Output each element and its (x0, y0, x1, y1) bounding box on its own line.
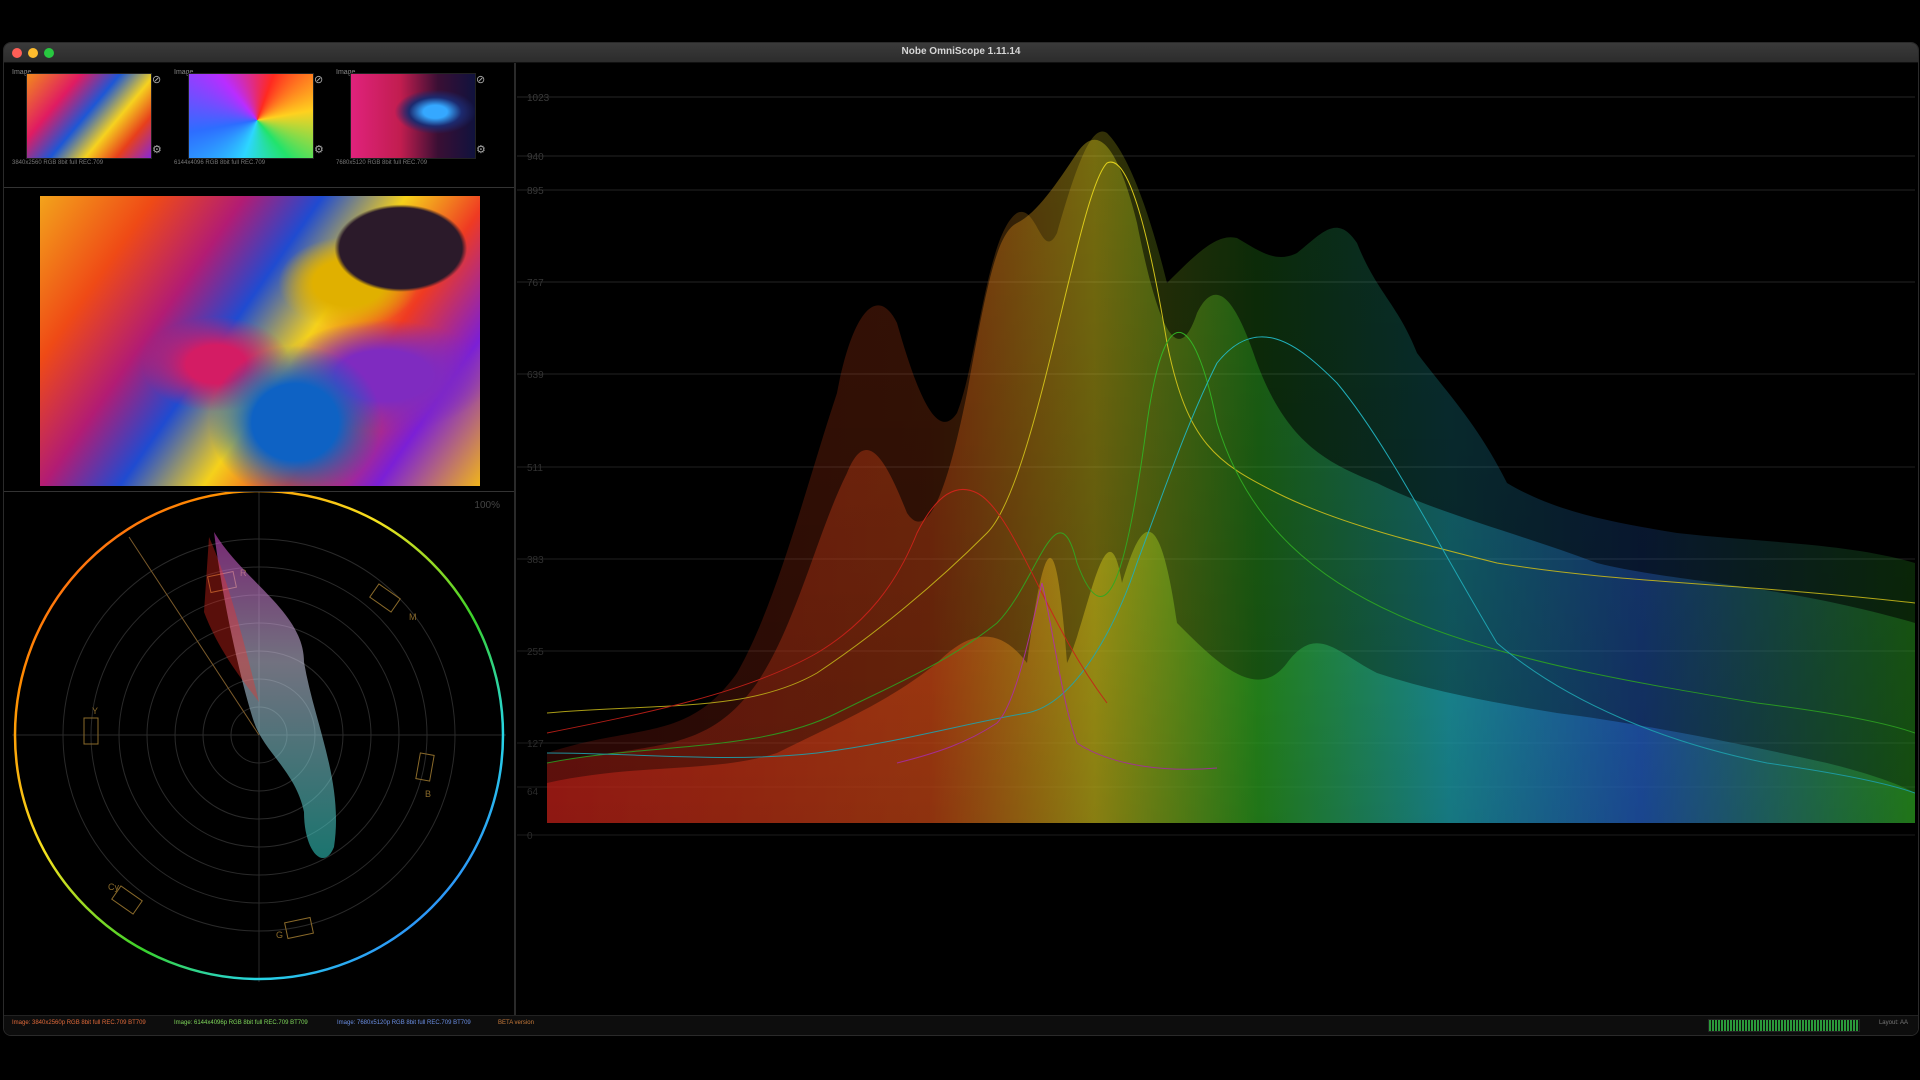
thumbnail-caption: 3840x2560 RGB 8bit full REC.709 (12, 160, 104, 166)
camera-off-icon[interactable]: ⊘ (314, 75, 323, 86)
waveform-shade (517, 63, 1915, 1015)
thumbnail-strip: Image ⊘ ⚙ 3840x2560 RGB 8bit full REC.70… (4, 63, 514, 188)
status-image-1: Image: 3840x2560p RGB 8bit full REC.709 … (12, 1020, 146, 1026)
gear-icon[interactable]: ⚙ (152, 145, 162, 156)
app-window: Nobe OmniScope 1.11.14 Image ⊘ ⚙ 3840x25… (3, 42, 1919, 1036)
vectorscope-target-label: Y (92, 706, 98, 716)
camera-off-icon[interactable]: ⊘ (152, 75, 161, 86)
thumbnail-caption: 6144x4096 RGB 8bit full REC.709 (174, 160, 266, 166)
status-layout[interactable]: Layout: AA (1879, 1020, 1908, 1026)
status-beta: BETA version (498, 1020, 534, 1026)
thumbnail-caption: 7680x5120 RGB 8bit full REC.709 (336, 160, 428, 166)
image-preview[interactable] (40, 196, 480, 486)
thumbnail-2[interactable]: Image ⊘ ⚙ 6144x4096 RGB 8bit full REC.70… (166, 65, 326, 183)
vectorscope-target-label: Cy (108, 882, 119, 892)
image-preview-panel (4, 188, 514, 492)
vectorscope-percent-label: 100% (474, 500, 500, 511)
camera-off-icon[interactable]: ⊘ (476, 75, 485, 86)
thumbnail-1[interactable]: Image ⊘ ⚙ 3840x2560 RGB 8bit full REC.70… (4, 65, 164, 183)
vectorscope-panel: 100% M B Cy G Y (4, 489, 514, 1015)
vectorscope-target-label: M (409, 612, 417, 622)
title-bar: Nobe OmniScope 1.11.14 (4, 43, 1918, 63)
window-title: Nobe OmniScope 1.11.14 (901, 46, 1021, 57)
status-image-2: Image: 6144x4096p RGB 8bit full REC.709 … (174, 1020, 308, 1026)
gear-icon[interactable]: ⚙ (476, 145, 486, 156)
panel-divider[interactable] (514, 63, 516, 1015)
gear-icon[interactable]: ⚙ (314, 145, 324, 156)
waveform-3d[interactable]: 1023 940 895 767 639 511 383 255 127 64 … (517, 63, 1916, 1015)
status-image-3: Image: 7680x5120p RGB 8bit full REC.709 … (337, 1020, 471, 1026)
status-bar: Image: 3840x2560p RGB 8bit full REC.709 … (4, 1015, 1918, 1035)
vectorscope[interactable]: R M B Cy G Y (4, 489, 514, 1015)
vectorscope-target-label: G (276, 930, 283, 940)
level-meter (1708, 1019, 1860, 1032)
thumbnail-3[interactable]: Image ⊘ ⚙ 7680x5120 RGB 8bit full REC.70… (328, 65, 488, 183)
thumbnail-image[interactable] (26, 73, 152, 159)
waveform-3d-panel: 1023 940 895 767 639 511 383 255 127 64 … (517, 63, 1916, 1015)
thumbnail-image[interactable] (188, 73, 314, 159)
vectorscope-target-label: B (425, 789, 431, 799)
left-panel: Image ⊘ ⚙ 3840x2560 RGB 8bit full REC.70… (4, 63, 514, 1015)
thumbnail-image[interactable] (350, 73, 476, 159)
